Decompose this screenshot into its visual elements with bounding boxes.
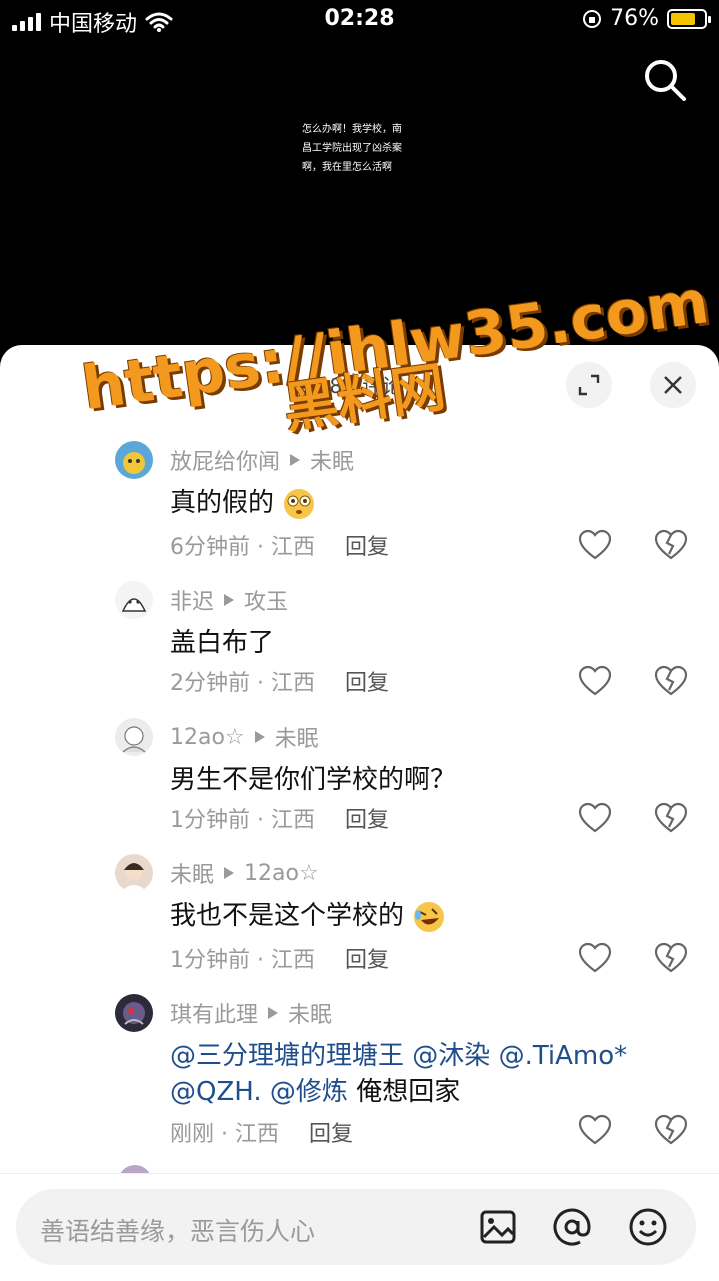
- comment-time: 6分钟前 · 江西: [170, 535, 315, 560]
- comment-body: 男生不是你们学校的啊？: [170, 765, 457, 795]
- close-button[interactable]: [650, 362, 696, 408]
- avatar[interactable]: [115, 441, 153, 479]
- reply-arrow-icon: [254, 731, 265, 743]
- comment-meta: 1分钟前 · 江西 回复: [170, 802, 389, 834]
- avatar[interactable]: [115, 718, 153, 756]
- comment-author-line: 12ao☆ 未眠: [170, 721, 319, 753]
- reply-to-name[interactable]: 攻玉: [244, 584, 288, 616]
- expand-button[interactable]: [566, 362, 612, 408]
- reply-arrow-icon: [224, 594, 235, 606]
- heart-icon[interactable]: [578, 665, 612, 697]
- comment-text: 真的假的: [170, 485, 690, 521]
- comment-sheet: 38条评论 放屁给你闻 未眠 真的假的 6分钟前 · 江西 回复 非迟 攻玉 盖…: [0, 345, 719, 1280]
- reply-to-name[interactable]: 未眠: [310, 444, 354, 476]
- avatar[interactable]: [115, 994, 153, 1032]
- image-icon[interactable]: [478, 1207, 518, 1247]
- comment-time: 刚刚 · 江西: [170, 1122, 279, 1147]
- author-name[interactable]: 放屁给你闻: [170, 444, 280, 476]
- comment-meta: 6分钟前 · 江西 回复: [170, 529, 389, 561]
- heart-icon[interactable]: [578, 1114, 612, 1146]
- comment-body: 我也不是这个学校的: [170, 901, 405, 931]
- mention-link[interactable]: @.TiAmo*: [499, 1041, 628, 1071]
- close-icon: [664, 376, 682, 394]
- mention-link[interactable]: @QZH.: [170, 1077, 262, 1107]
- author-name[interactable]: 12ao☆: [170, 725, 245, 750]
- status-right: 76%: [582, 6, 711, 31]
- avatar[interactable]: [115, 581, 153, 619]
- heart-icon[interactable]: [578, 942, 612, 974]
- comment-meta: 刚刚 · 江西 回复: [170, 1116, 353, 1148]
- search-icon[interactable]: [640, 55, 690, 105]
- reply-to-name[interactable]: 未眠: [275, 721, 319, 753]
- comment-author-line: 琪有此理 未眠: [170, 997, 332, 1029]
- reply-button[interactable]: 回复: [345, 671, 389, 696]
- comment-input-bar: 善语结善缘，恶言伤人心: [0, 1173, 719, 1281]
- comment-author-line: 非迟 攻玉: [170, 584, 288, 616]
- comment-text: @三分理塘的理塘王 @沐染 @.TiAmo* @QZH. @修炼 俺想回家: [170, 1038, 690, 1110]
- heart-icon[interactable]: [578, 529, 612, 561]
- dislike-icon[interactable]: [654, 1114, 688, 1146]
- video-caption-line: 怎么办啊！我学校，南: [302, 124, 402, 135]
- heart-icon[interactable]: [578, 802, 612, 834]
- sheet-header: 38条评论: [0, 345, 719, 425]
- reply-arrow-icon: [290, 454, 301, 466]
- dislike-icon[interactable]: [654, 942, 688, 974]
- author-name[interactable]: 非迟: [170, 584, 214, 616]
- comment-meta: 1分钟前 · 江西 回复: [170, 942, 389, 974]
- dislike-icon[interactable]: [654, 665, 688, 697]
- author-name[interactable]: 琪有此理: [170, 997, 258, 1029]
- comment-body: 盖白布了: [170, 628, 275, 658]
- reply-button[interactable]: 回复: [345, 948, 389, 973]
- mention-link[interactable]: @三分理塘的理塘王: [170, 1041, 404, 1071]
- comment-time: 2分钟前 · 江西: [170, 671, 315, 696]
- reply-button[interactable]: 回复: [345, 535, 389, 560]
- battery-icon: [667, 8, 711, 29]
- comment-time: 1分钟前 · 江西: [170, 808, 315, 833]
- reply-button[interactable]: 回复: [345, 808, 389, 833]
- comment-time: 1分钟前 · 江西: [170, 948, 315, 973]
- comment-author-line: 放屁给你闻 未眠: [170, 444, 354, 476]
- comment-text: 盖白布了: [170, 625, 690, 661]
- avatar[interactable]: [115, 854, 153, 892]
- orientation-lock-icon: [583, 9, 602, 28]
- author-name[interactable]: 未眠: [170, 857, 214, 889]
- battery-percent: 76%: [610, 6, 659, 31]
- video-caption-line: 昌工学院出现了凶杀案: [302, 143, 402, 154]
- reply-to-name[interactable]: 12ao☆: [244, 861, 319, 886]
- comment-input-placeholder: 善语结善缘，恶言伤人心: [40, 1217, 316, 1246]
- comment-text: 男生不是你们学校的啊？: [170, 762, 690, 798]
- comment-body: 俺想回家: [356, 1077, 461, 1107]
- comment-meta: 2分钟前 · 江西 回复: [170, 665, 389, 697]
- reply-arrow-icon: [268, 1007, 279, 1019]
- comment-body: 真的假的: [170, 488, 275, 518]
- dislike-icon[interactable]: [654, 802, 688, 834]
- mention-link[interactable]: @沐染: [412, 1041, 490, 1071]
- comment-input[interactable]: 善语结善缘，恶言伤人心: [16, 1189, 696, 1265]
- dislike-icon[interactable]: [654, 529, 688, 561]
- comment-text: 我也不是这个学校的: [170, 898, 690, 934]
- emoji-icon[interactable]: [628, 1207, 668, 1247]
- flushed-face-icon: [284, 488, 315, 519]
- mention-link[interactable]: @修炼: [270, 1077, 348, 1107]
- comment-author-line: 未眠 12ao☆: [170, 857, 319, 889]
- reply-arrow-icon: [224, 867, 235, 879]
- expand-icon: [578, 374, 600, 396]
- status-bar: 中国移动 02:28 76%: [0, 0, 719, 42]
- video-caption: 怎么办啊！我学校，南 昌工学院出现了凶杀案 啊，我在里怎么活啊: [302, 120, 422, 177]
- reply-button[interactable]: 回复: [309, 1122, 353, 1147]
- at-icon[interactable]: [552, 1207, 592, 1247]
- video-caption-line: 啊，我在里怎么活啊: [302, 162, 392, 173]
- rolling-laughing-face-icon: [414, 901, 445, 932]
- reply-to-name[interactable]: 未眠: [288, 997, 332, 1029]
